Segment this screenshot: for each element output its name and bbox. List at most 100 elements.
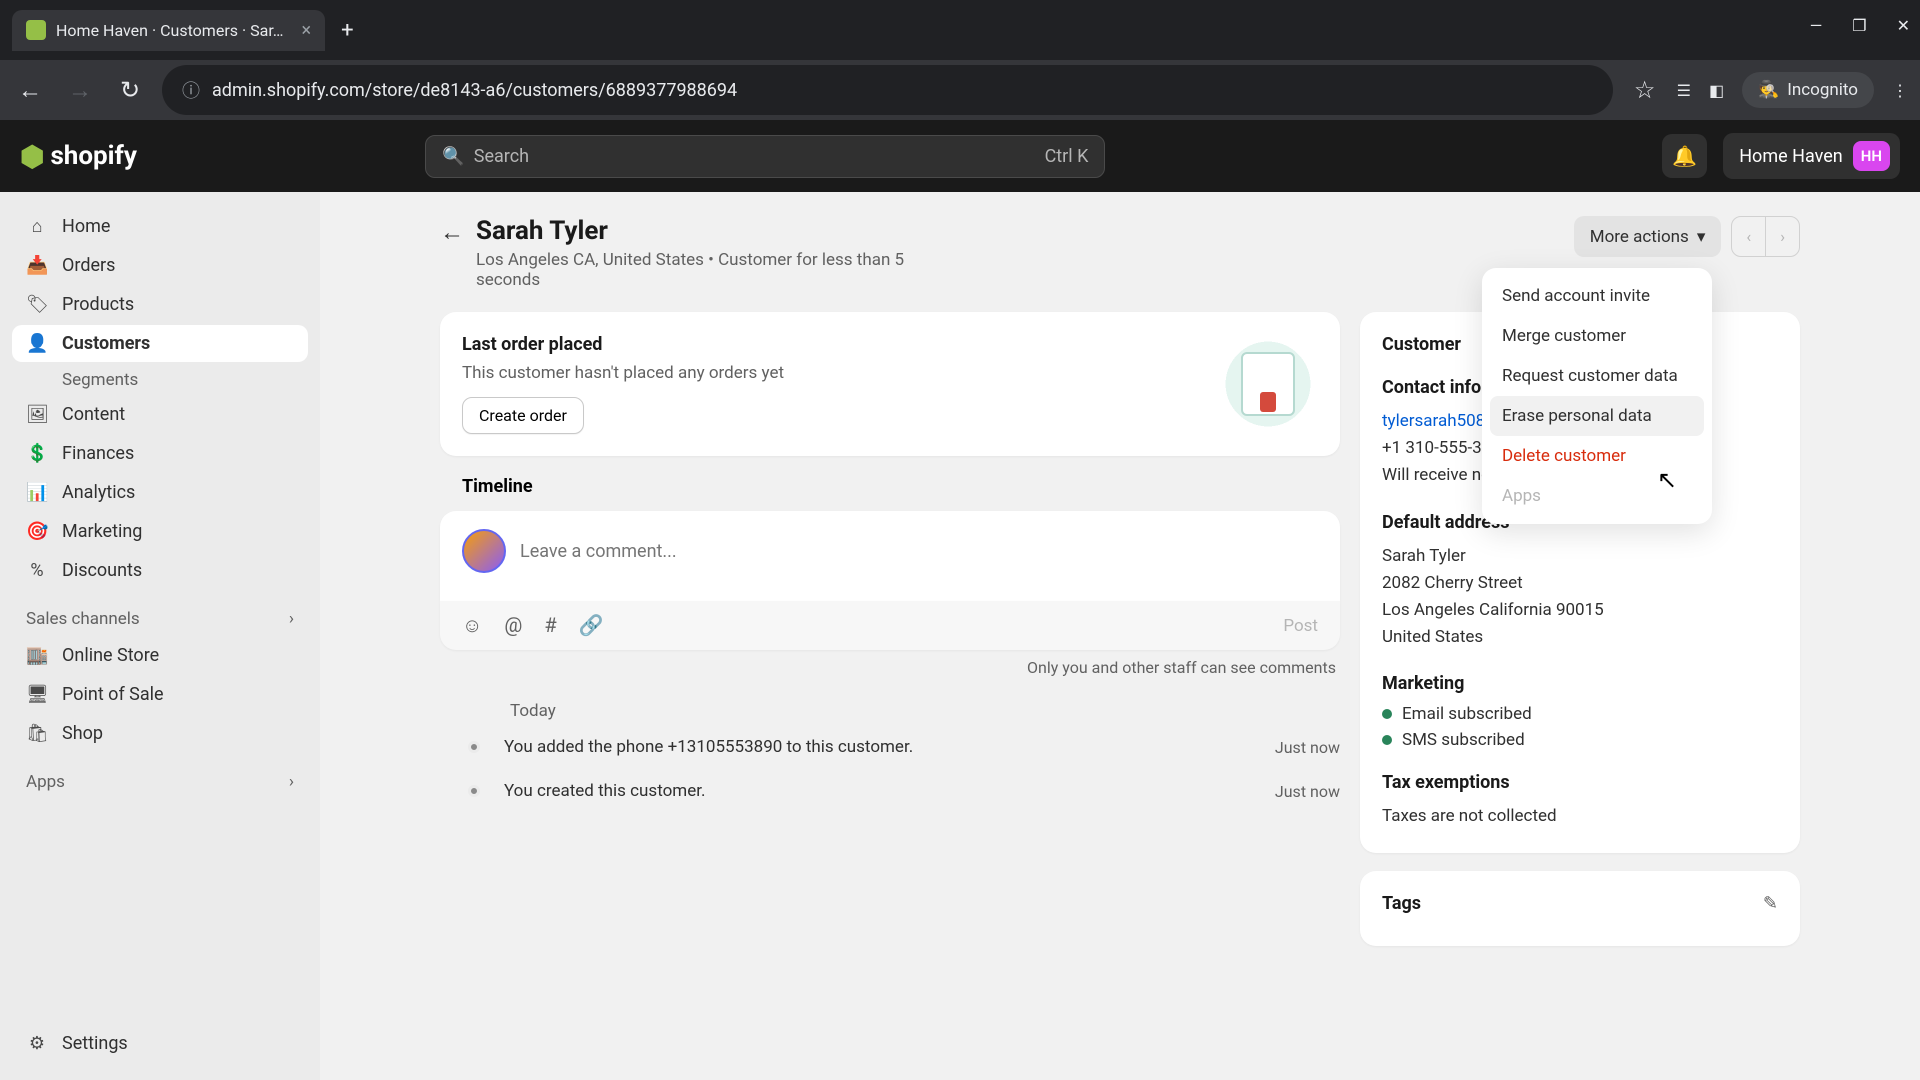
shop-icon: 🛍 — [26, 723, 48, 744]
shopify-logo-icon: ⬢ — [20, 140, 44, 173]
store-icon: 🏬 — [26, 645, 48, 666]
sidebar-item-orders[interactable]: 📥Orders — [12, 247, 308, 284]
sidebar-item-online-store[interactable]: 🏬Online Store — [12, 637, 308, 674]
panel-icon[interactable]: ◧ — [1709, 81, 1724, 100]
address-street: 2082 Cherry Street — [1382, 570, 1778, 597]
bookmark-icon[interactable]: ☆ — [1627, 76, 1663, 104]
page-title: Sarah Tyler — [476, 216, 936, 246]
last-order-text: This customer hasn't placed any orders y… — [462, 363, 784, 383]
finances-icon: 💲 — [26, 443, 48, 464]
sales-channels-header[interactable]: Sales channels› — [12, 591, 308, 637]
edit-icon[interactable]: ✎ — [1763, 893, 1778, 914]
back-arrow[interactable]: ← — [440, 216, 464, 247]
search-icon: 🔍 — [442, 146, 464, 167]
close-window-icon[interactable]: ✕ — [1897, 16, 1910, 35]
timeline-title: Timeline — [440, 476, 1340, 497]
shopify-logo[interactable]: ⬢ shopify — [20, 140, 137, 173]
close-icon[interactable]: × — [301, 20, 311, 41]
store-menu[interactable]: Home Haven HH — [1723, 133, 1900, 179]
content-icon: 🖼 — [26, 404, 48, 425]
store-avatar: HH — [1853, 141, 1890, 171]
sidebar-item-customers[interactable]: 👤Customers — [12, 325, 308, 362]
dropdown-merge-customer[interactable]: Merge customer — [1490, 316, 1704, 356]
comment-input[interactable] — [520, 541, 1318, 562]
search-input[interactable]: 🔍 Search Ctrl K — [425, 135, 1105, 178]
last-order-title: Last order placed — [462, 334, 784, 355]
maximize-icon[interactable]: ❐ — [1852, 16, 1866, 35]
apps-header[interactable]: Apps› — [12, 754, 308, 800]
home-icon: ⌂ — [26, 216, 48, 237]
last-order-card: Last order placed This customer hasn't p… — [440, 312, 1340, 456]
sidebar-item-segments[interactable]: Segments — [12, 364, 308, 396]
browser-tab[interactable]: Home Haven · Customers · Sar… × — [12, 10, 325, 51]
marketing-heading: Marketing — [1382, 673, 1778, 694]
timeline-item: You created this customer. Just now — [440, 781, 1340, 801]
tax-text: Taxes are not collected — [1382, 803, 1778, 830]
tax-heading: Tax exemptions — [1382, 772, 1778, 793]
customers-icon: 👤 — [26, 333, 48, 354]
marketing-icon: 🎯 — [26, 521, 48, 542]
dropdown-erase-data[interactable]: Erase personal data — [1490, 396, 1704, 436]
post-button[interactable]: Post — [1283, 616, 1318, 636]
more-actions-dropdown: Send account invite Merge customer Reque… — [1482, 268, 1712, 524]
extension-icon[interactable]: ☰ — [1677, 81, 1691, 100]
sidebar-item-analytics[interactable]: 📊Analytics — [12, 474, 308, 511]
address-name: Sarah Tyler — [1382, 543, 1778, 570]
address-country: United States — [1382, 624, 1778, 651]
timeline-item: You added the phone +13105553890 to this… — [440, 737, 1340, 757]
sidebar-item-discounts[interactable]: %Discounts — [12, 552, 308, 589]
chevron-right-icon: › — [289, 772, 294, 792]
sidebar-item-home[interactable]: ⌂Home — [12, 208, 308, 245]
url-text: admin.shopify.com/store/de8143-a6/custom… — [212, 80, 737, 101]
pager-prev[interactable]: ‹ — [1732, 217, 1766, 256]
page-subtitle: Los Angeles CA, United States • Customer… — [476, 250, 936, 290]
main-content: ← Sarah Tyler Los Angeles CA, United Sta… — [320, 192, 1920, 1080]
dropdown-request-data[interactable]: Request customer data — [1490, 356, 1704, 396]
gear-icon: ⚙ — [26, 1033, 48, 1054]
sidebar: ⌂Home 📥Orders 🏷Products 👤Customers Segme… — [0, 192, 320, 1080]
url-bar[interactable]: ⓘ admin.shopify.com/store/de8143-a6/cust… — [162, 65, 1613, 115]
orders-icon: 📥 — [26, 255, 48, 276]
browser-tab-bar: Home Haven · Customers · Sar… × + ― ❐ ✕ — [0, 0, 1920, 60]
incognito-badge[interactable]: 🕵 Incognito — [1742, 72, 1874, 108]
timeline-day: Today — [510, 701, 1340, 721]
link-icon[interactable]: 🔗 — [579, 613, 604, 638]
tags-card: Tags ✎ — [1360, 871, 1800, 946]
sidebar-item-marketing[interactable]: 🎯Marketing — [12, 513, 308, 550]
dropdown-delete-customer[interactable]: Delete customer — [1490, 436, 1704, 476]
minimize-icon[interactable]: ― — [1810, 16, 1823, 35]
more-actions-button[interactable]: More actions ▾ — [1574, 216, 1722, 257]
pager-next[interactable]: › — [1766, 217, 1799, 256]
timeline-dot-icon — [468, 741, 480, 753]
pos-icon: 🖥 — [26, 684, 48, 705]
dropdown-apps: Apps — [1490, 476, 1704, 516]
address-city: Los Angeles California 90015 — [1382, 597, 1778, 624]
discounts-icon: % — [26, 560, 48, 581]
chevron-right-icon: › — [289, 609, 294, 629]
comment-toolbar: ☺ @ # 🔗 Post — [440, 601, 1340, 650]
mention-icon[interactable]: @ — [504, 613, 522, 638]
sidebar-item-finances[interactable]: 💲Finances — [12, 435, 308, 472]
new-tab-button[interactable]: + — [325, 18, 369, 43]
forward-button[interactable]: → — [62, 76, 98, 105]
site-info-icon[interactable]: ⓘ — [182, 77, 200, 103]
sidebar-item-settings[interactable]: ⚙Settings — [12, 1025, 308, 1062]
tags-heading: Tags — [1382, 893, 1421, 914]
emoji-icon[interactable]: ☺ — [462, 613, 482, 638]
timeline-dot-icon — [468, 785, 480, 797]
notifications-icon[interactable]: 🔔 — [1662, 134, 1707, 178]
sidebar-item-shop[interactable]: 🛍Shop — [12, 715, 308, 752]
sidebar-item-products[interactable]: 🏷Products — [12, 286, 308, 323]
dropdown-send-invite[interactable]: Send account invite — [1490, 276, 1704, 316]
hashtag-icon[interactable]: # — [544, 613, 556, 638]
menu-icon[interactable]: ⋮ — [1892, 81, 1908, 100]
reload-button[interactable]: ↻ — [112, 76, 148, 104]
sidebar-item-pos[interactable]: 🖥Point of Sale — [12, 676, 308, 713]
status-dot-icon — [1382, 709, 1392, 719]
search-shortcut: Ctrl K — [1045, 146, 1089, 167]
sidebar-item-content[interactable]: 🖼Content — [12, 396, 308, 433]
create-order-button[interactable]: Create order — [462, 397, 584, 434]
incognito-icon: 🕵 — [1758, 80, 1779, 100]
comment-box — [440, 511, 1340, 601]
back-button[interactable]: ← — [12, 76, 48, 105]
